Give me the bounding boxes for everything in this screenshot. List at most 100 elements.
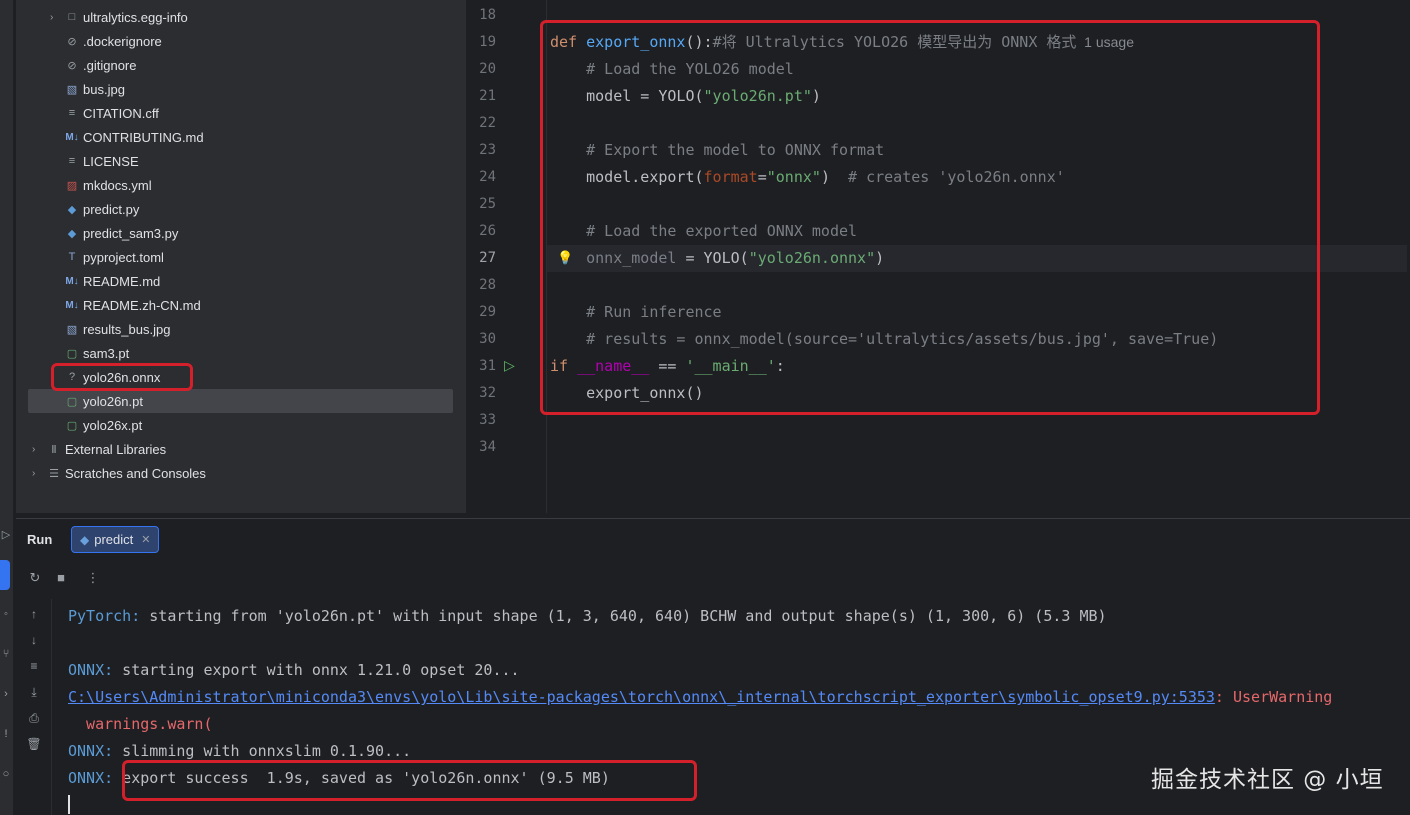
- tree-item[interactable]: ⊘ .dockerignore: [28, 29, 456, 53]
- stop-icon[interactable]: ■: [52, 569, 70, 587]
- tree-item[interactable]: › □ ultralytics.egg-info: [28, 5, 456, 29]
- run-toolbar: ↻ ■ ⋮: [16, 563, 216, 593]
- console-line: ONNX: starting export with onnx 1.21.0 o…: [68, 657, 520, 684]
- run-tab-label: predict: [94, 532, 134, 547]
- binary-file-icon: ▢: [66, 395, 78, 408]
- rerun-icon[interactable]: ↻: [26, 569, 44, 587]
- python-file-icon: ◆: [67, 227, 77, 240]
- console-line: warnings.warn(: [68, 711, 213, 738]
- console-token: starting export with onnx 1.21.0 opset 2…: [113, 661, 520, 679]
- console-line: C:\Users\Administrator\miniconda3\envs\y…: [68, 684, 1332, 711]
- tree-item-label: predict.py: [83, 201, 140, 217]
- left-tool-strip: ▷ ◦ ⑂ › ! ○: [0, 0, 14, 815]
- soft-wrap-icon[interactable]: ≡: [25, 657, 43, 675]
- ignore-file-icon: ⊘: [67, 59, 77, 72]
- tree-item-label: .dockerignore: [83, 33, 162, 49]
- tree-item-label: LICENSE: [83, 153, 139, 169]
- line-number: 33: [479, 412, 496, 428]
- tree-item[interactable]: › ☰ Scratches and Consoles: [28, 461, 456, 485]
- tree-item[interactable]: ▨ mkdocs.yml: [28, 173, 456, 197]
- tree-item[interactable]: Tpyproject.toml: [28, 245, 456, 269]
- scroll-down-icon[interactable]: ↓: [25, 631, 43, 649]
- code-editor[interactable]: 18 19 def export_onnx():#将 Ultralytics YOL…: [471, 0, 1410, 513]
- tree-item[interactable]: M↓ README.zh-CN.md: [28, 293, 456, 317]
- tree-item-label: CITATION.cff: [83, 105, 159, 121]
- toml-file-icon: T: [68, 251, 76, 263]
- chevron-right-icon[interactable]: ›: [32, 468, 46, 479]
- problems-tool-icon[interactable]: !: [0, 726, 12, 742]
- chevron-right-icon[interactable]: ›: [32, 444, 46, 455]
- python-console-tool-icon[interactable]: ○: [0, 766, 12, 782]
- line-number: 20: [479, 61, 496, 77]
- close-icon[interactable]: ✕: [141, 533, 150, 546]
- tree-item-label: sam3.pt: [83, 345, 130, 361]
- console-token: : UserWarning: [1214, 688, 1333, 706]
- line-number: 24: [479, 169, 496, 185]
- line-number: 28: [479, 277, 496, 293]
- text-file-icon: ≡: [68, 107, 76, 119]
- tree-item[interactable]: › Ⅱ External Libraries: [28, 437, 456, 461]
- tree-item[interactable]: ▢ yolo26n.pt: [28, 389, 453, 413]
- tree-item[interactable]: ▧ results_bus.jpg: [28, 317, 456, 341]
- run-main-icon[interactable]: ▷: [504, 352, 515, 379]
- tree-item-label: ultralytics.egg-info: [83, 9, 188, 25]
- highlight-export-success: [122, 760, 697, 801]
- line-number: 21: [479, 88, 496, 104]
- tree-item[interactable]: M↓ CONTRIBUTING.md: [28, 125, 456, 149]
- console-token: starting from 'yolo26n.pt' with input sh…: [140, 607, 1107, 625]
- tree-item-label: External Libraries: [65, 441, 167, 457]
- line-number: 31: [479, 358, 496, 374]
- ignore-file-icon: ⊘: [67, 35, 77, 48]
- line-number: 34: [479, 439, 496, 455]
- image-file-icon: ▧: [66, 323, 78, 336]
- tree-item[interactable]: ≡ CITATION.cff: [28, 101, 456, 125]
- console-caret: [68, 795, 70, 814]
- line-number: 30: [479, 331, 496, 347]
- folder-icon: □: [68, 11, 76, 23]
- tree-item-label: predict_sam3.py: [83, 225, 179, 241]
- line-number: 18: [479, 7, 496, 23]
- tree-item[interactable]: M↓ README.md: [28, 269, 456, 293]
- tree-item[interactable]: ▢ sam3.pt: [28, 341, 456, 365]
- tree-item[interactable]: ▢ yolo26x.pt: [28, 413, 456, 437]
- yaml-file-icon: ▨: [66, 179, 78, 192]
- tree-item[interactable]: ▧ bus.jpg: [28, 77, 456, 101]
- tree-item-label: bus.jpg: [83, 81, 125, 97]
- print-icon[interactable]: ⎙: [25, 709, 43, 727]
- run-header: Run ◆ predict ✕: [16, 519, 1410, 561]
- console-token: ONNX:: [68, 769, 114, 787]
- highlight-code-block: [540, 20, 1320, 415]
- project-tree-panel: › □ ultralytics.egg-info ⊘ .dockerignore ⊘ .gi…: [16, 0, 466, 513]
- markdown-file-icon: M↓: [65, 131, 79, 143]
- binary-file-icon: ▢: [66, 347, 78, 360]
- tree-item[interactable]: ◆ predict_sam3.py: [28, 221, 456, 245]
- markdown-file-icon: M↓: [65, 275, 79, 287]
- scroll-to-end-icon[interactable]: ⤓: [25, 683, 43, 701]
- services-tool-icon[interactable]: ◦: [0, 606, 12, 622]
- line-number: 19: [479, 34, 496, 50]
- console-file-link[interactable]: C:\Users\Administrator\miniconda3\envs\y…: [68, 688, 1215, 706]
- console-token: PyTorch:: [68, 607, 141, 625]
- terminal-tool-icon[interactable]: ›: [0, 686, 12, 702]
- python-icon: ◆: [80, 532, 90, 547]
- tree-item-label: README.md: [83, 273, 161, 289]
- tree-item-label: results_bus.jpg: [83, 321, 171, 337]
- scroll-up-icon[interactable]: ↑: [25, 605, 43, 623]
- tree-item[interactable]: ◆ predict.py: [28, 197, 456, 221]
- tree-item[interactable]: ⊘ .gitignore: [28, 53, 456, 77]
- run-tab-predict[interactable]: ◆ predict ✕: [71, 526, 160, 553]
- line-number: 25: [479, 196, 496, 212]
- highlight-onnx-file: [51, 363, 193, 391]
- tree-item-label: Scratches and Consoles: [65, 465, 206, 481]
- run-tool-icon[interactable]: ▷: [0, 527, 12, 543]
- watermark: 掘金技术社区 @ 小垣: [1151, 767, 1384, 793]
- more-options-icon[interactable]: ⋮: [84, 569, 102, 587]
- trash-icon[interactable]: 🗑: [25, 735, 43, 753]
- chevron-right-icon[interactable]: ›: [50, 12, 64, 23]
- console-side-toolbar: ↑ ↓ ≡ ⤓ ⎙ 🗑: [16, 599, 51, 815]
- console-divider: [51, 599, 52, 815]
- git-tool-icon[interactable]: ⑂: [0, 646, 12, 662]
- active-tool-indicator: [0, 560, 10, 590]
- console-token: warnings.warn(: [68, 715, 213, 733]
- tree-item[interactable]: ≡ LICENSE: [28, 149, 456, 173]
